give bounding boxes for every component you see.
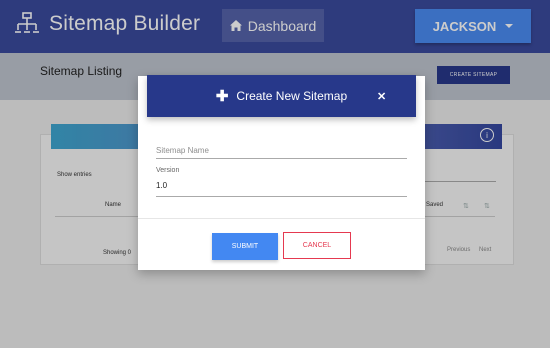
modal-divider xyxy=(138,218,425,219)
sitemap-name-underline xyxy=(156,158,407,159)
version-underline xyxy=(156,196,407,197)
version-input[interactable]: 1.0 xyxy=(156,181,167,190)
cancel-button[interactable]: CANCEL xyxy=(283,232,351,259)
modal-title: Create New Sitemap xyxy=(236,89,348,103)
close-icon[interactable]: ✕ xyxy=(377,90,386,103)
submit-button[interactable]: SUBMIT xyxy=(212,233,278,260)
sitemap-name-input[interactable]: Sitemap Name xyxy=(156,146,209,155)
version-label: Version xyxy=(156,167,180,174)
modal-header: ✚ Create New Sitemap xyxy=(147,75,416,117)
plus-icon: ✚ xyxy=(215,87,229,105)
